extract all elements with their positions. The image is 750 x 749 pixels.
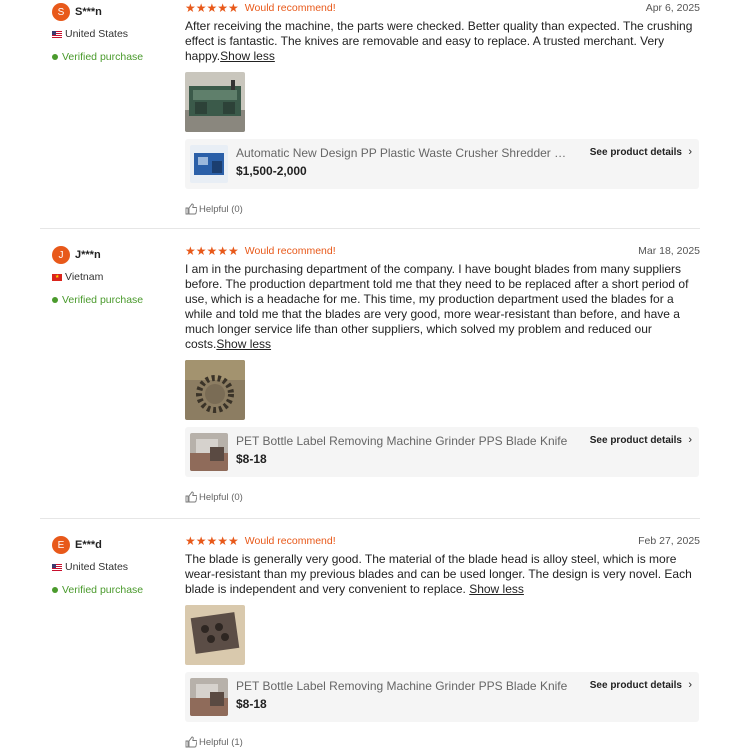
- review-date: Mar 18, 2025: [638, 245, 700, 257]
- helpful-label: Helpful (1): [199, 736, 243, 748]
- us-flag-icon: [52, 30, 62, 38]
- avatar: S: [52, 3, 70, 21]
- product-thumbnail: [190, 433, 228, 471]
- review-text: After receiving the machine, the parts w…: [185, 19, 700, 64]
- verified-badge: Verified purchase: [52, 294, 143, 306]
- show-less-link[interactable]: Show less: [220, 49, 275, 63]
- product-title[interactable]: Automatic New Design PP Plastic Waste Cr…: [236, 146, 571, 160]
- product-title[interactable]: PET Bottle Label Removing Machine Grinde…: [236, 434, 571, 448]
- show-less-link[interactable]: Show less: [469, 582, 524, 596]
- chevron-right-icon[interactable]: ›: [688, 679, 692, 691]
- verified-label: Verified purchase: [62, 584, 144, 596]
- reviewer-country: United States: [52, 28, 143, 40]
- helpful-button[interactable]: Helpful (1): [185, 736, 700, 748]
- recommend-label: Would recommend!: [244, 245, 336, 257]
- star-rating: ★★★★★: [185, 534, 239, 548]
- recommend-label: Would recommend!: [244, 535, 336, 547]
- product-price: $8-18: [236, 697, 267, 711]
- product-card[interactable]: PET Bottle Label Removing Machine Grinde…: [185, 672, 699, 722]
- verified-badge: Verified purchase: [52, 51, 143, 63]
- review-text: I am in the purchasing department of the…: [185, 262, 700, 352]
- review-content: ★★★★★ Would recommend! Feb 27, 2025 The …: [185, 534, 700, 748]
- review-photo[interactable]: [185, 360, 245, 420]
- product-title[interactable]: PET Bottle Label Removing Machine Grinde…: [236, 679, 571, 693]
- product-card[interactable]: PET Bottle Label Removing Machine Grinde…: [185, 427, 699, 477]
- reviewer-info: S S***n United States Verified purchase: [52, 3, 143, 63]
- helpful-label: Helpful (0): [199, 491, 243, 503]
- product-thumbnail: [190, 678, 228, 716]
- avatar: E: [52, 536, 70, 554]
- star-rating: ★★★★★: [185, 1, 239, 15]
- helpful-button[interactable]: Helpful (0): [185, 203, 700, 215]
- review-body: The blade is generally very good. The ma…: [185, 552, 692, 596]
- product-card[interactable]: Automatic New Design PP Plastic Waste Cr…: [185, 139, 699, 189]
- chevron-right-icon[interactable]: ›: [688, 146, 692, 158]
- helpful-label: Helpful (0): [199, 203, 243, 215]
- reviewer-country: Vietnam: [52, 271, 143, 283]
- verified-check-icon: [52, 297, 58, 303]
- recommend-label: Would recommend!: [244, 2, 336, 14]
- verified-check-icon: [52, 54, 58, 60]
- see-product-details-link[interactable]: See product details: [590, 147, 682, 158]
- review-content: ★★★★★ Would recommend! Apr 6, 2025 After…: [185, 1, 700, 215]
- product-price: $8-18: [236, 452, 267, 466]
- country-label: United States: [65, 561, 129, 573]
- verified-badge: Verified purchase: [52, 584, 143, 596]
- show-less-link[interactable]: Show less: [216, 337, 271, 351]
- thumbs-up-icon: [185, 203, 197, 215]
- review-divider: [40, 228, 700, 229]
- reviewer-name: E***d: [75, 539, 102, 551]
- country-label: United States: [65, 28, 129, 40]
- review-photo[interactable]: [185, 605, 245, 665]
- helpful-button[interactable]: Helpful (0): [185, 491, 700, 503]
- thumbs-up-icon: [185, 736, 197, 748]
- country-label: Vietnam: [65, 271, 104, 283]
- reviewer-country: United States: [52, 561, 143, 573]
- review-divider: [40, 518, 700, 519]
- product-thumbnail: [190, 145, 228, 183]
- see-product-details-link[interactable]: See product details: [590, 680, 682, 691]
- thumbs-up-icon: [185, 491, 197, 503]
- verified-check-icon: [52, 587, 58, 593]
- review-content: ★★★★★ Would recommend! Mar 18, 2025 I am…: [185, 244, 700, 503]
- review-date: Feb 27, 2025: [638, 535, 700, 547]
- reviewer-info: J J***n Vietnam Verified purchase: [52, 246, 143, 306]
- review-text: The blade is generally very good. The ma…: [185, 552, 700, 597]
- chevron-right-icon[interactable]: ›: [688, 434, 692, 446]
- reviewer-name: S***n: [75, 6, 102, 18]
- verified-label: Verified purchase: [62, 51, 144, 63]
- avatar: J: [52, 246, 70, 264]
- product-price: $1,500-2,000: [236, 164, 307, 178]
- review-photo[interactable]: [185, 72, 245, 132]
- verified-label: Verified purchase: [62, 294, 144, 306]
- us-flag-icon: [52, 563, 62, 571]
- vn-flag-icon: [52, 273, 62, 281]
- review-date: Apr 6, 2025: [645, 2, 700, 14]
- reviewer-name: J***n: [75, 249, 101, 261]
- see-product-details-link[interactable]: See product details: [590, 435, 682, 446]
- star-rating: ★★★★★: [185, 244, 239, 258]
- reviewer-info: E E***d United States Verified purchase: [52, 536, 143, 596]
